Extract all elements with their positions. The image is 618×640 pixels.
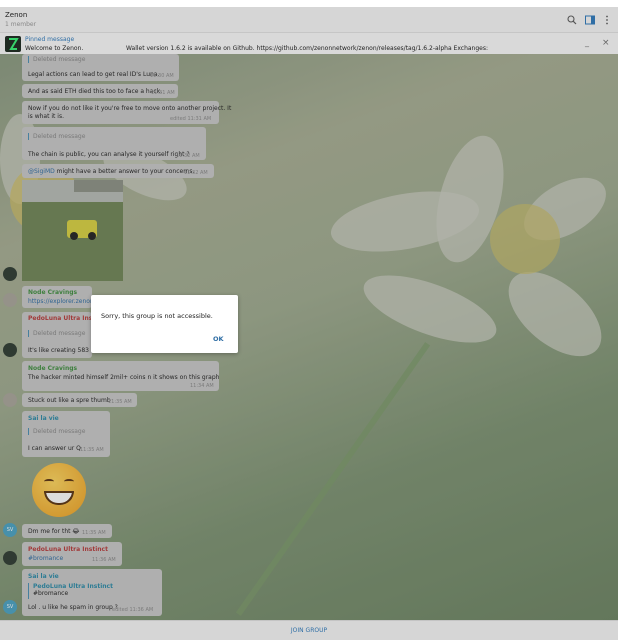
member-count: 1 member (5, 21, 37, 28)
pinned-message-bar[interactable]: Pinned message Welcome to Zenon. Wallet … (0, 32, 618, 54)
alert-dialog: Sorry, this group is not accessible. OK (91, 295, 238, 353)
more-menu-icon[interactable] (602, 15, 612, 25)
pinned-minimize-icon[interactable]: _ (585, 38, 589, 47)
join-group-button[interactable]: JOIN GROUP (0, 627, 618, 634)
pinned-text: Welcome to Zenon. (25, 45, 84, 52)
pinned-close-icon[interactable]: × (602, 38, 610, 48)
pinned-label: Pinned message (25, 36, 75, 43)
ok-button[interactable]: OK (213, 335, 224, 343)
search-icon[interactable] (567, 15, 577, 25)
footer-bar: JOIN GROUP (0, 620, 618, 640)
pinned-text-continued: Wallet version 1.6.2 is available on Git… (126, 45, 488, 52)
dialog-message: Sorry, this group is not accessible. (101, 312, 213, 320)
sidebar-toggle-icon[interactable] (585, 15, 595, 25)
window-top-strip (0, 0, 618, 7)
zenon-logo-icon (5, 36, 21, 52)
chat-header: Zenon 1 member (0, 7, 618, 32)
chat-title[interactable]: Zenon (5, 11, 27, 19)
